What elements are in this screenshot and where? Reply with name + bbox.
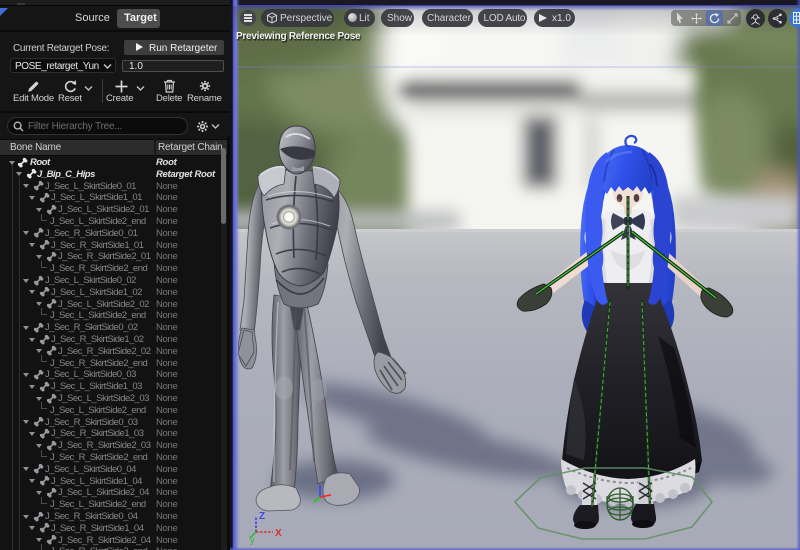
svg-text:y: y — [250, 535, 255, 545]
svg-text:Z: Z — [259, 511, 265, 522]
svg-text:X: X — [275, 528, 282, 539]
